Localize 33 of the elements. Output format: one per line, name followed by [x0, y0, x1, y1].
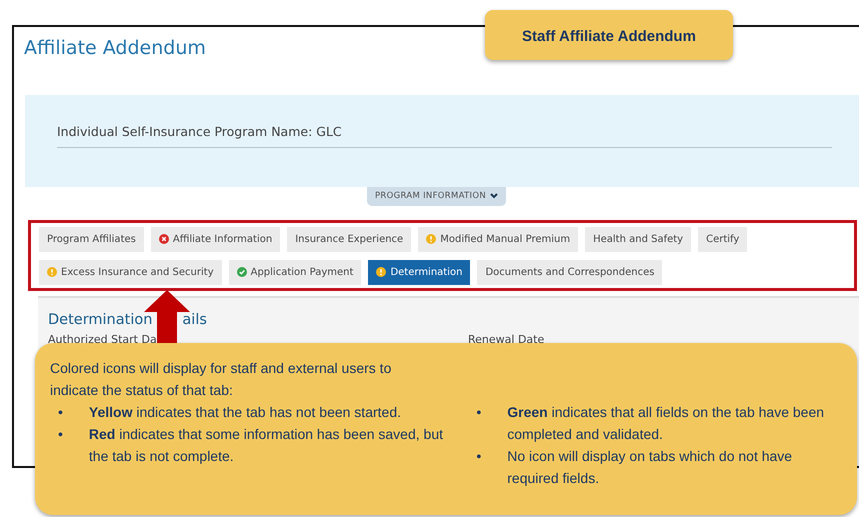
callout-text: Green indicates that all fields on the tab have been completed and validated.: [507, 403, 826, 444]
field-label: Renewal Date: [468, 332, 544, 348]
bullet: •: [58, 403, 63, 422]
tab[interactable]: Insurance Experience: [287, 226, 412, 252]
tab[interactable]: Modified Manual Premium: [418, 226, 578, 252]
check-icon: [236, 267, 247, 278]
tab[interactable]: Certify: [698, 226, 748, 252]
tab[interactable]: Program Affiliates: [39, 226, 144, 252]
tab[interactable]: Health and Safety: [585, 226, 692, 252]
bullet: •: [476, 447, 482, 466]
tab[interactable]: Determination: [368, 260, 470, 285]
callout-title: Staff Affiliate Addendum: [485, 10, 733, 60]
field-label: Authorized Start Da: [48, 332, 158, 348]
tab[interactable]: Excess Insurance and Security: [39, 260, 222, 285]
section-heading: Determination: [48, 310, 152, 330]
tab[interactable]: Documents and Correspondences: [477, 260, 662, 285]
tab[interactable]: Application Payment: [228, 260, 362, 285]
page-title: Affiliate Addendum: [24, 37, 206, 61]
warning-icon: [426, 234, 436, 244]
bullet: •: [476, 403, 482, 422]
tab[interactable]: Affiliate Information: [150, 226, 280, 252]
section-heading: ails: [182, 310, 207, 330]
warning-icon: [47, 267, 57, 278]
callout-text: No icon will display on tabs which do not have required fields.: [507, 447, 794, 488]
field-value: GLC: [316, 123, 342, 141]
section-toggle[interactable]: PROGRAM INFORMATION: [366, 187, 506, 206]
warning-icon: [376, 267, 386, 278]
callout-text: Yellow indicates that the tab has not been started.: [88, 403, 401, 422]
bullet: •: [58, 425, 63, 444]
error-icon: [158, 234, 169, 244]
callout-text: Red indicates that some information has been saved, but the tab is not complete.: [88, 425, 444, 466]
callout-text: Colored icons will display for staff and external users to indicate the status of that tab:: [50, 359, 392, 400]
field-label: Individual Self-Insurance Program Name:: [57, 123, 312, 141]
